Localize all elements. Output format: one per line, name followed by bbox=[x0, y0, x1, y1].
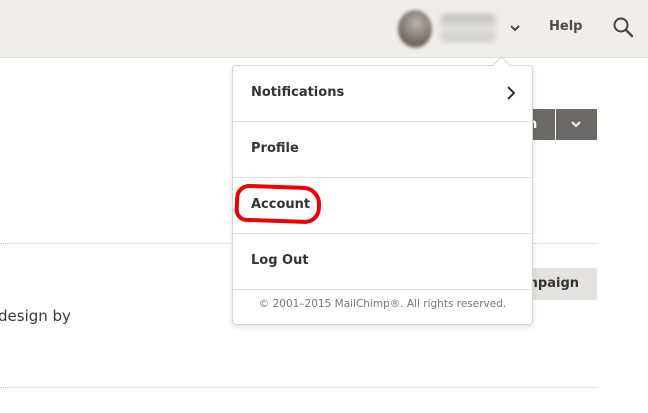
avatar[interactable] bbox=[398, 10, 432, 48]
split-button-dropdown[interactable] bbox=[556, 109, 597, 140]
user-name-blurred[interactable] bbox=[440, 14, 496, 42]
menu-item-label: Profile bbox=[251, 141, 299, 156]
divider bbox=[0, 387, 596, 388]
menu-item-label: Notifications bbox=[251, 85, 345, 100]
menu-item-label: Account bbox=[251, 197, 311, 212]
top-header: Help bbox=[0, 0, 648, 58]
user-dropdown-menu: Notifications Profile Account Log Out © … bbox=[232, 56, 533, 325]
body-text: design by bbox=[0, 307, 71, 325]
copyright-text: © 2001–2015 MailChimp®. All rights reser… bbox=[258, 298, 507, 310]
chevron-down-icon bbox=[571, 121, 581, 128]
menu-item-logout[interactable]: Log Out bbox=[233, 234, 532, 290]
menu-item-notifications[interactable]: Notifications bbox=[233, 66, 532, 122]
search-icon[interactable] bbox=[612, 16, 634, 38]
help-link[interactable]: Help bbox=[549, 19, 582, 34]
menu-item-account[interactable]: Account bbox=[233, 178, 532, 234]
chevron-down-icon[interactable] bbox=[507, 20, 523, 36]
menu-item-profile[interactable]: Profile bbox=[233, 122, 532, 178]
menu-item-label: Log Out bbox=[251, 253, 309, 268]
chevron-right-icon bbox=[507, 86, 516, 100]
